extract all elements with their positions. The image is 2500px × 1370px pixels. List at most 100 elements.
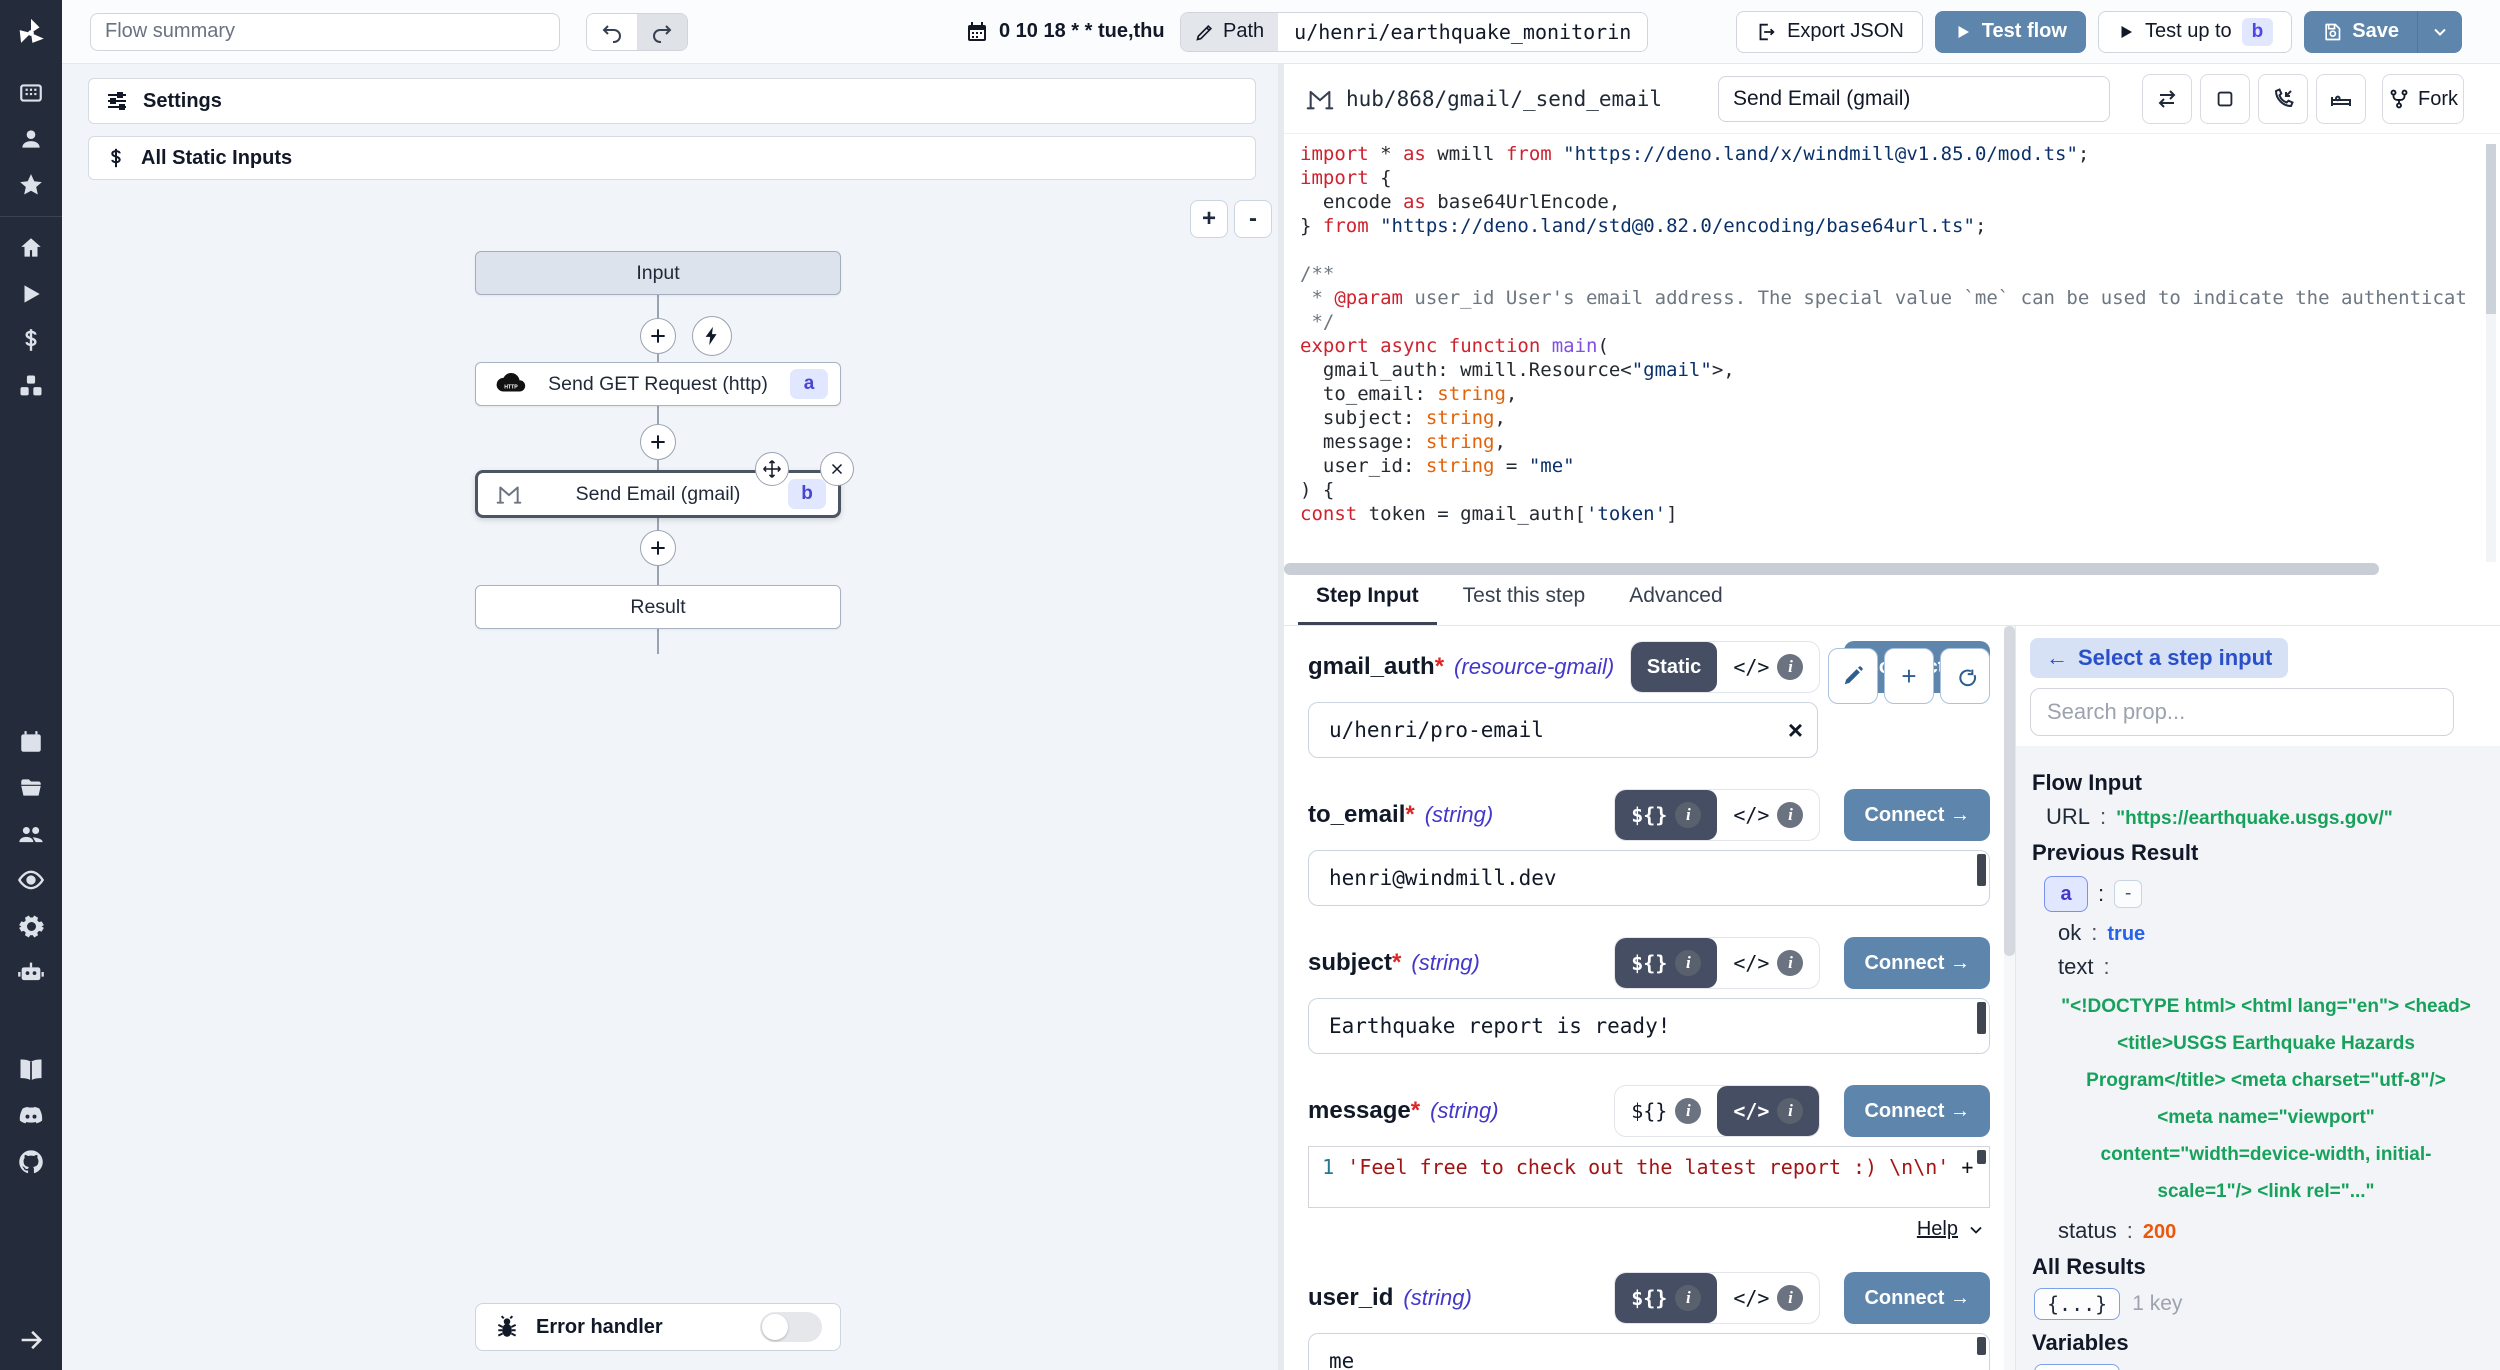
github-icon[interactable] (0, 1139, 62, 1185)
user-id-connect-button[interactable]: Connect → (1844, 1272, 1990, 1324)
result-ok-row[interactable]: ok: true (2058, 920, 2484, 946)
input-resize-grip[interactable] (1977, 1337, 1986, 1355)
workspace-icon[interactable] (0, 70, 62, 116)
result-text-value[interactable]: "<!DOCTYPE html> <html lang="en"> <head>… (2056, 988, 2476, 1210)
schedule-cron[interactable]: 0 10 18 * * tue,thu (965, 20, 1165, 44)
schedules-calendar-icon[interactable] (0, 719, 62, 765)
code-editor[interactable]: import * as wmill from "https://deno.lan… (1284, 134, 2500, 562)
editor-scrollbar[interactable] (1977, 1150, 1986, 1164)
windmill-logo-icon[interactable] (12, 14, 50, 52)
result-text-row[interactable]: text: (2058, 954, 2484, 980)
settings-gear-icon[interactable] (0, 903, 62, 949)
swap-script-button[interactable] (2142, 74, 2192, 124)
path-chip[interactable]: Path u/henri/earthquake_monitorin (1180, 12, 1648, 52)
prop-search-input[interactable] (2030, 688, 2454, 736)
step-a-result-badge[interactable]: a (2044, 876, 2088, 912)
clear-icon[interactable]: × (1788, 715, 1803, 746)
code-vertical-scrollbar[interactable] (2486, 144, 2496, 562)
audit-logs-eye-icon[interactable] (0, 857, 62, 903)
insert-step-button[interactable] (640, 318, 676, 354)
zoom-out-button[interactable]: - (1234, 200, 1272, 238)
discord-icon[interactable] (0, 1093, 62, 1139)
result-status-row[interactable]: status: 200 (2058, 1218, 2484, 1244)
subject-connect-button[interactable]: Connect → (1844, 937, 1990, 989)
variables-dollar-icon[interactable] (0, 317, 62, 363)
home-icon[interactable] (0, 225, 62, 271)
zoom-in-button[interactable]: + (1190, 200, 1228, 238)
chevron-down-icon[interactable] (1966, 1220, 1986, 1240)
toggle-template[interactable]: ${}i (1615, 938, 1717, 988)
subject-input[interactable] (1308, 998, 1990, 1054)
toggle-template[interactable]: ${}i (1615, 790, 1717, 840)
expand-sidebar-button[interactable] (0, 1326, 62, 1354)
folders-icon[interactable] (0, 765, 62, 811)
insert-step-button[interactable] (640, 424, 676, 460)
workers-robot-icon[interactable] (0, 949, 62, 995)
runs-play-icon[interactable] (0, 271, 62, 317)
flow-settings-button[interactable]: Settings (88, 78, 1256, 124)
subject-mode-toggle[interactable]: ${}i </>i (1614, 937, 1820, 989)
test-up-to-button[interactable]: Test up to b (2098, 11, 2292, 53)
step-name-input[interactable] (1718, 76, 2110, 122)
gmail-auth-mode-toggle[interactable]: Static </>i (1630, 641, 1821, 693)
trigger-lightning-button[interactable] (692, 316, 732, 356)
groups-icon[interactable] (0, 811, 62, 857)
message-mode-toggle[interactable]: ${}i </>i (1614, 1085, 1820, 1137)
sleep-bed-icon-button[interactable] (2316, 74, 2366, 124)
toggle-template[interactable]: ${}i (1615, 1273, 1717, 1323)
user-icon[interactable] (0, 116, 62, 162)
toggle-template[interactable]: ${}i (1615, 1086, 1717, 1136)
to-email-connect-button[interactable]: Connect → (1844, 789, 1990, 841)
message-connect-button[interactable]: Connect → (1844, 1085, 1990, 1137)
input-resize-grip[interactable] (1977, 1002, 1986, 1034)
help-link[interactable]: Help (1917, 1218, 1958, 1241)
flow-node-input[interactable]: Input (475, 251, 841, 295)
add-resource-button[interactable]: + (1884, 648, 1934, 704)
message-code-editor[interactable]: 1 'Feel free to check out the latest rep… (1308, 1146, 1990, 1208)
save-dropdown-caret[interactable] (2418, 11, 2462, 53)
to-email-input[interactable] (1308, 850, 1990, 906)
all-static-inputs-button[interactable]: All Static Inputs (88, 136, 1256, 180)
undo-button[interactable] (587, 14, 637, 50)
tab-step-input[interactable]: Step Input (1298, 572, 1437, 625)
user-id-input[interactable] (1308, 1333, 1990, 1370)
insert-step-button[interactable] (640, 530, 676, 566)
suspend-phone-icon-button[interactable] (2258, 74, 2308, 124)
delete-step-button[interactable] (820, 452, 854, 486)
variables-object-badge[interactable]: {...} (2034, 1364, 2120, 1370)
tab-advanced[interactable]: Advanced (1611, 572, 1740, 625)
toggle-code[interactable]: </>i (1717, 938, 1819, 988)
toggle-code[interactable]: </>i (1717, 1273, 1819, 1323)
redo-button[interactable] (637, 14, 687, 50)
favorites-star-icon[interactable] (0, 162, 62, 208)
docs-book-icon[interactable] (0, 1047, 62, 1093)
move-step-handle[interactable] (755, 452, 789, 486)
flow-node-result[interactable]: Result (475, 585, 841, 629)
flow-summary-input[interactable] (90, 13, 560, 51)
toggle-code[interactable]: </>i (1717, 790, 1819, 840)
toggle-code[interactable]: </>i (1717, 642, 1819, 692)
tab-test-this-step[interactable]: Test this step (1445, 572, 1604, 625)
error-handler-switch[interactable] (760, 1312, 822, 1342)
save-button[interactable]: Save (2304, 11, 2418, 53)
to-email-mode-toggle[interactable]: ${}i </>i (1614, 789, 1820, 841)
edit-resource-pencil-button[interactable] (1828, 648, 1878, 704)
error-handler-toggle-row[interactable]: Error handler (475, 1303, 841, 1351)
user-id-mode-toggle[interactable]: ${}i </>i (1614, 1272, 1820, 1324)
fork-button[interactable]: Fork (2382, 74, 2464, 124)
gmail-auth-resource-input[interactable]: × (1308, 702, 1818, 758)
stop-after-if-button[interactable] (2200, 74, 2250, 124)
collapse-result-button[interactable]: - (2114, 880, 2142, 908)
flow-input-url-row[interactable]: URL: "https://earthquake.usgs.gov/" (2046, 804, 2484, 830)
flow-node-step-a[interactable]: HTTP Send GET Request (http) a (475, 362, 841, 406)
toggle-code[interactable]: </>i (1717, 1086, 1819, 1136)
refresh-resources-button[interactable] (1940, 648, 1990, 704)
form-scrollbar[interactable] (2004, 626, 2015, 1370)
test-flow-button[interactable]: Test flow (1935, 11, 2086, 53)
select-step-input-button[interactable]: ← Select a step input (2030, 638, 2288, 678)
panel-resize-divider[interactable] (1278, 64, 1284, 1370)
all-results-object-badge[interactable]: {...} (2034, 1288, 2120, 1320)
input-resize-grip[interactable] (1977, 854, 1986, 886)
toggle-static[interactable]: Static (1631, 642, 1717, 692)
resources-icon[interactable] (0, 363, 62, 409)
